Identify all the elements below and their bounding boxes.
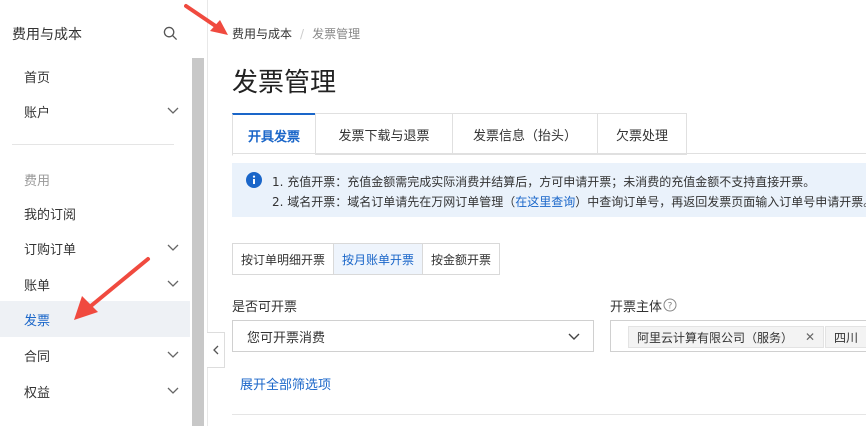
sidebar-item-label: 订购订单: [24, 242, 77, 258]
can-invoice-value: 您可开票消费: [247, 330, 326, 346]
sidebar-scrollbar[interactable]: [192, 58, 204, 426]
invoice-by-order-button[interactable]: 按订单明细开票: [232, 243, 334, 275]
sidebar-item-label: 首页: [24, 70, 51, 86]
chevron-down-icon: [167, 244, 179, 251]
sidebar-item-label: 权益: [24, 385, 51, 401]
entity-label: 开票主体: [610, 300, 663, 315]
chevron-down-icon: [167, 351, 179, 358]
sidebar-item-label: 账户: [24, 105, 51, 121]
breadcrumb-current: 发票管理: [312, 27, 361, 41]
query-here-link[interactable]: 在这里查询: [515, 195, 575, 209]
notice-banner: 1. 充值开票：充值金额需完成实际消费并结算后，方可申请开票；未消费的充值金额不…: [232, 163, 866, 217]
tab-bar: 开具发票 发票下载与退票 发票信息（抬头） 欠票处理: [232, 113, 687, 156]
invoice-by-amount-button[interactable]: 按金额开票: [422, 243, 501, 275]
search-icon[interactable]: [163, 26, 178, 41]
breadcrumb: 费用与成本 / 发票管理: [232, 25, 360, 42]
sidebar-title: 费用与成本: [12, 27, 82, 43]
entity-tag-label: 阿里云计算有限公司（服务）: [637, 330, 794, 345]
tab-issue-invoice[interactable]: 开具发票: [232, 113, 315, 156]
breadcrumb-root[interactable]: 费用与成本: [232, 27, 292, 41]
annotation-arrow-icon: [74, 257, 150, 320]
invoice-mode-group: 按订单明细开票 按月账单开票 按金额开票: [232, 243, 501, 275]
sidebar-section-fees: 费用: [24, 174, 51, 189]
breadcrumb-separator: /: [300, 27, 305, 41]
chevron-down-icon: [568, 333, 580, 340]
tab-download-refund[interactable]: 发票下载与退票: [315, 113, 452, 155]
notice-line-2-prefix: 2. 域名开票：域名订单请先在万网订单管理（: [272, 195, 516, 209]
sidebar-item-contracts[interactable]: 合同: [0, 337, 190, 373]
sidebar-item-home[interactable]: 首页: [0, 58, 190, 94]
invoice-by-month-button[interactable]: 按月账单开票: [333, 243, 423, 275]
entity-tag: 阿里云计算有限公司（服务） ✕: [628, 326, 825, 348]
entity-tag-label: 四川: [834, 330, 859, 345]
sidebar-item-account[interactable]: 账户: [0, 93, 190, 129]
sidebar: 费用与成本 首页 账户 费用 我的订阅 订购订单 账单 发票 合同 权益: [0, 0, 208, 426]
can-invoice-select[interactable]: 您可开票消费: [232, 320, 594, 352]
can-invoice-label: 是否可开票: [232, 300, 298, 315]
notice-line-2-suffix: ）中查询订单号，再返回发票页面输入订单号申请开票。: [575, 195, 866, 209]
tabs-divider: [232, 153, 866, 154]
sidebar-item-label: 账单: [24, 278, 51, 294]
entity-tag: 四川: [825, 326, 866, 348]
chevron-down-icon: [167, 107, 179, 114]
sidebar-item-label: 合同: [24, 349, 51, 365]
tab-owed-invoices[interactable]: 欠票处理: [597, 113, 687, 155]
info-icon: [246, 172, 262, 188]
main-content: 费用与成本 / 发票管理 发票管理 开具发票 发票下载与退票 发票信息（抬头） 欠票…: [208, 0, 866, 426]
page-title: 发票管理: [232, 68, 337, 98]
content-divider: [232, 414, 866, 415]
annotation-arrow-icon: [184, 4, 228, 35]
svg-text:?: ?: [668, 302, 673, 312]
chevron-down-icon: [167, 387, 179, 394]
chevron-down-icon: [167, 280, 179, 287]
notice-line-2: 2. 域名开票：域名订单请先在万网订单管理（在这里查询）中查询订单号，再返回发票…: [272, 193, 866, 210]
close-icon[interactable]: ✕: [805, 330, 815, 344]
sidebar-item-subscriptions[interactable]: 我的订阅: [0, 195, 190, 231]
entity-select[interactable]: 阿里云计算有限公司（服务） ✕ 四川: [610, 320, 866, 352]
notice-line-1: 1. 充值开票：充值金额需完成实际消费并结算后，方可申请开票；未消费的充值金额不…: [272, 175, 816, 189]
expand-filters-link[interactable]: 展开全部筛选项: [240, 374, 331, 393]
sidebar-divider: [12, 144, 174, 145]
sidebar-item-label: 我的订阅: [24, 207, 77, 223]
help-icon[interactable]: ?: [663, 298, 677, 312]
sidebar-item-benefits[interactable]: 权益: [0, 373, 190, 409]
sidebar-item-label: 发票: [24, 313, 51, 329]
tab-invoice-info[interactable]: 发票信息（抬头）: [452, 113, 597, 155]
